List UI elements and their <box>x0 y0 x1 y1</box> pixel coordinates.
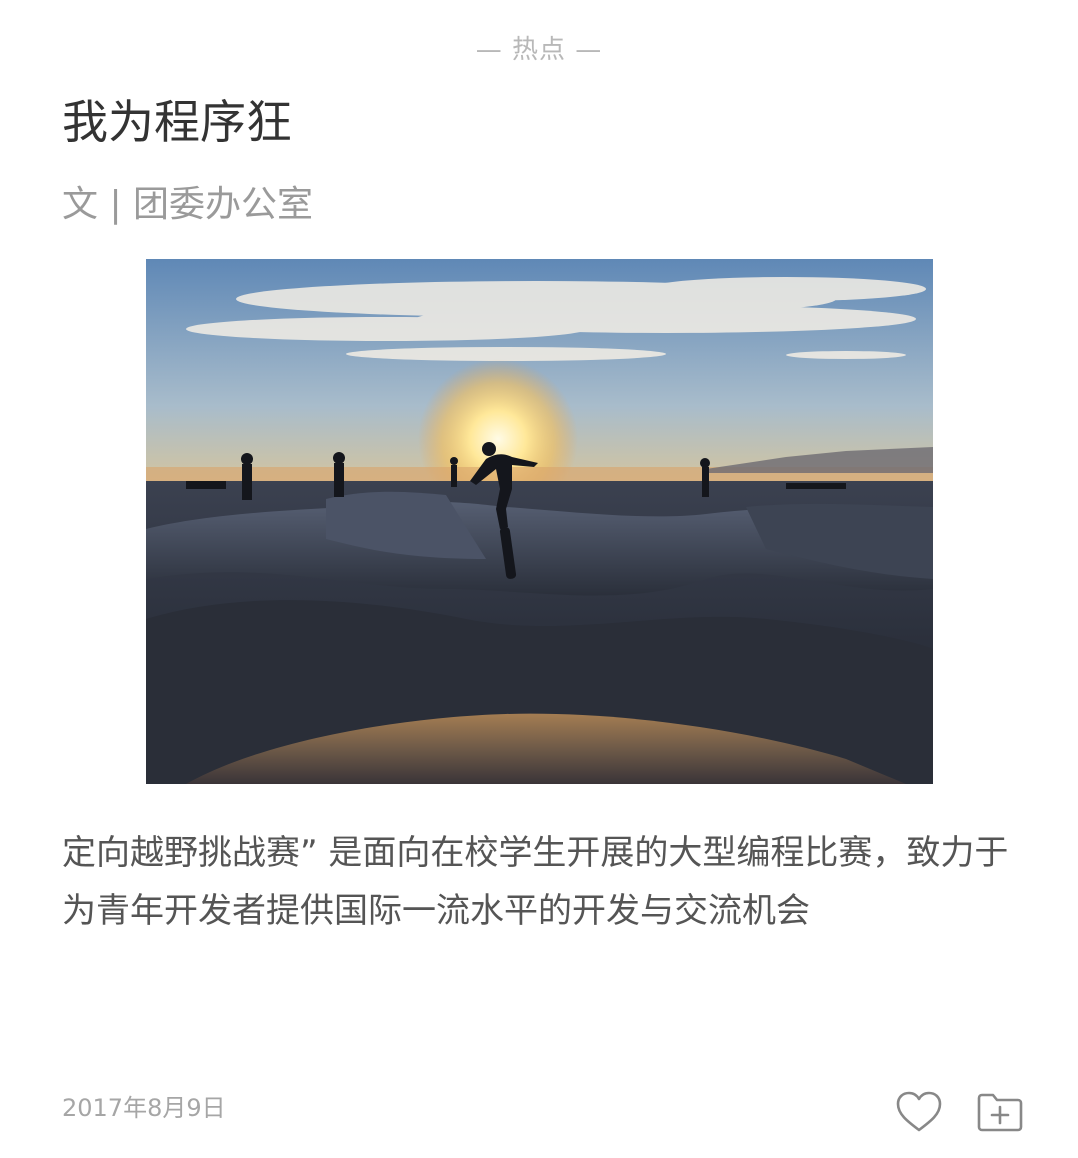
folder-add-icon <box>977 1093 1023 1132</box>
article-date: 2017年8月9日 <box>62 1094 226 1122</box>
like-button[interactable] <box>893 1086 945 1138</box>
collect-button[interactable] <box>974 1086 1026 1138</box>
article-title: 我为程序狂 <box>62 95 292 149</box>
skate-park-sunset-photo <box>146 259 933 784</box>
article-author: 文 | 团委办公室 <box>62 184 314 225</box>
article-hero-image <box>146 259 933 784</box>
heart-icon <box>896 1091 942 1132</box>
section-label: — 热点 — <box>475 35 603 65</box>
article-summary: 定向越野挑战赛” 是面向在校学生开展的大型编程比赛，致力于为青年开发者提供国际一… <box>62 833 1009 931</box>
